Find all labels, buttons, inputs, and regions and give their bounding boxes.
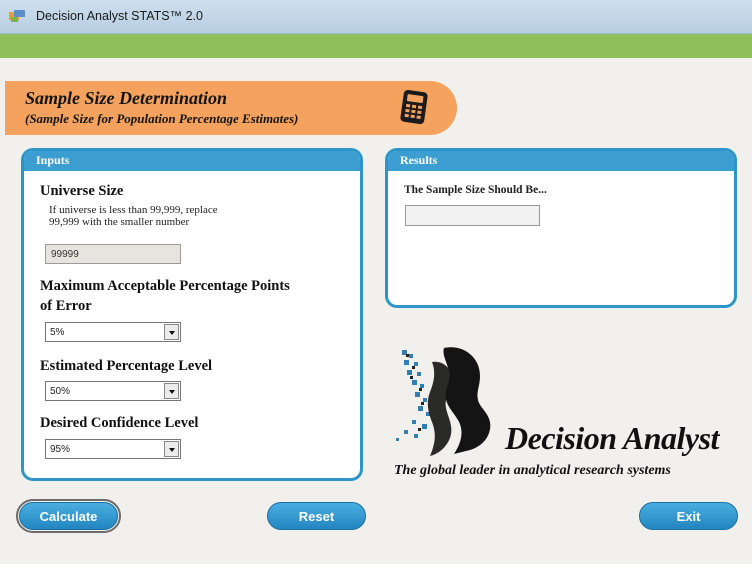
max-error-select[interactable]: 5%: [45, 322, 181, 342]
results-panel-title: Results: [388, 151, 734, 171]
window-title: Decision Analyst STATS™ 2.0: [36, 9, 203, 23]
toolbar-strip: [0, 34, 752, 58]
chevron-down-icon[interactable]: [164, 441, 179, 457]
universe-size-label: Universe Size: [40, 183, 124, 199]
confidence-value: 95%: [50, 444, 71, 455]
result-label: The Sample Size Should Be...: [404, 184, 547, 196]
decision-analyst-logo-graphic: [396, 347, 491, 456]
logo-tagline: The global leader in analytical research…: [394, 463, 671, 478]
max-error-label-line2: of Error: [40, 298, 92, 314]
window-title-bar: Decision Analyst STATS™ 2.0: [0, 0, 752, 34]
results-panel: Results The Sample Size Should Be...: [385, 148, 737, 308]
app-icon: [9, 10, 25, 22]
max-error-label-line1: Maximum Acceptable Percentage Points: [40, 278, 290, 294]
estimated-pct-select[interactable]: 50%: [45, 381, 181, 401]
universe-note-line1: If universe is less than 99,999, replace: [49, 204, 218, 216]
estimated-pct-value: 50%: [50, 386, 71, 397]
page-title: Sample Size Determination: [25, 88, 228, 108]
chevron-down-icon[interactable]: [164, 324, 179, 340]
confidence-label: Desired Confidence Level: [40, 415, 199, 431]
calculator-icon: [400, 90, 428, 124]
max-error-value: 5%: [50, 327, 65, 338]
calculate-button[interactable]: Calculate: [16, 499, 121, 533]
universe-size-input[interactable]: 99999: [45, 244, 181, 264]
confidence-select[interactable]: 95%: [45, 439, 181, 459]
exit-button[interactable]: Exit: [639, 502, 738, 530]
inputs-panel: Inputs Universe Size If universe is less…: [21, 148, 363, 481]
universe-note-line2: 99,999 with the smaller number: [49, 216, 190, 228]
page-header-banner: Sample Size Determination (Sample Size f…: [5, 81, 457, 135]
page-subtitle: (Sample Size for Population Percentage E…: [25, 111, 299, 126]
inputs-panel-title: Inputs: [24, 151, 360, 171]
chevron-down-icon[interactable]: [164, 383, 179, 399]
logo-name: Decision Analyst: [505, 420, 719, 456]
estimated-pct-label: Estimated Percentage Level: [40, 358, 213, 374]
reset-button[interactable]: Reset: [267, 502, 366, 530]
result-output-field: [405, 205, 540, 226]
